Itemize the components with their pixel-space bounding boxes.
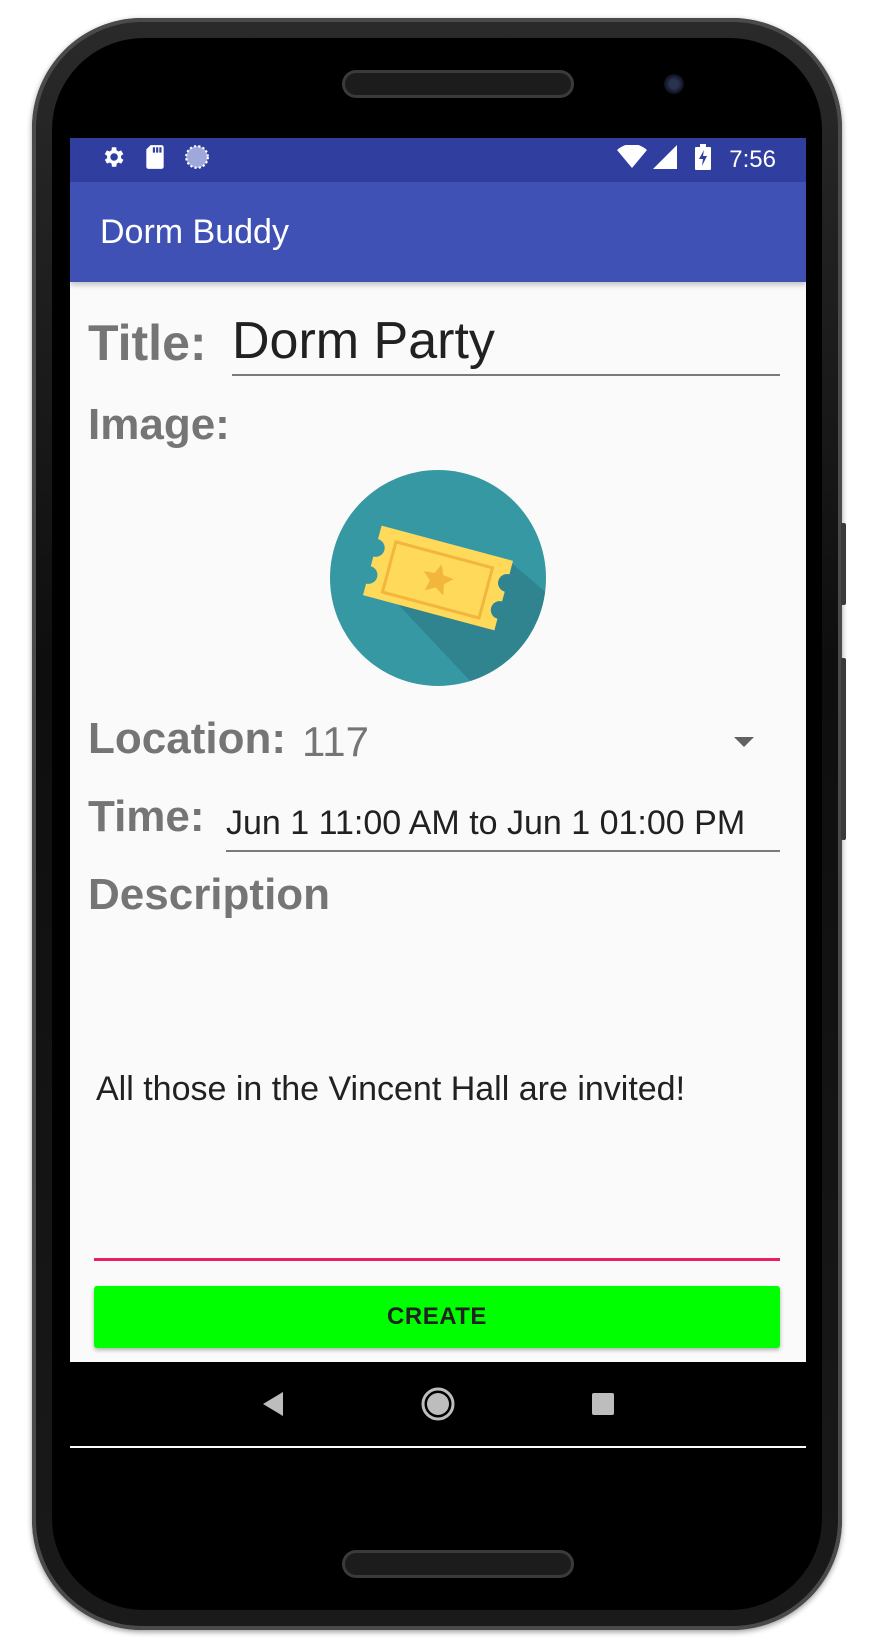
signal-icon [653, 144, 678, 176]
image-label: Image: [88, 400, 230, 449]
time-input[interactable]: Jun 1 11:00 AM to Jun 1 01:00 PM [226, 792, 780, 852]
create-button[interactable]: CREATE [94, 1286, 780, 1348]
front-camera [664, 74, 684, 94]
description-input[interactable]: All those in the Vincent Hall are invite… [94, 972, 780, 1261]
home-icon[interactable] [408, 1374, 468, 1434]
power-button [841, 658, 846, 840]
title-input[interactable]: Dorm Party [232, 310, 780, 376]
location-label: Location: [88, 714, 286, 763]
sync-icon [184, 144, 210, 177]
bottom-speaker [342, 1550, 574, 1578]
recents-icon[interactable] [573, 1374, 633, 1434]
volume-button [841, 523, 846, 605]
status-time: 7:56 [729, 146, 776, 173]
battery-charging-icon [695, 143, 712, 177]
back-icon[interactable] [243, 1374, 303, 1434]
top-speaker [342, 70, 574, 98]
title-label: Title: [88, 315, 207, 371]
app-title: Dorm Buddy [100, 212, 289, 251]
status-bar: 7:56 [70, 138, 806, 182]
time-label: Time: [88, 792, 205, 841]
location-spinner[interactable]: 117 [302, 718, 369, 766]
screen: 7:56 Dorm Buddy Title: Dorm Party Image: [70, 138, 806, 1448]
ticket-icon[interactable] [330, 470, 546, 686]
description-text: All those in the Vincent Hall are invite… [96, 1070, 686, 1108]
app-bar: Dorm Buddy [70, 182, 806, 282]
settings-icon [100, 144, 126, 177]
dropdown-arrow-icon[interactable] [734, 737, 754, 747]
description-label: Description [88, 870, 331, 919]
navigation-bar [70, 1362, 806, 1446]
sd-card-icon [144, 144, 166, 177]
wifi-icon [617, 143, 648, 176]
